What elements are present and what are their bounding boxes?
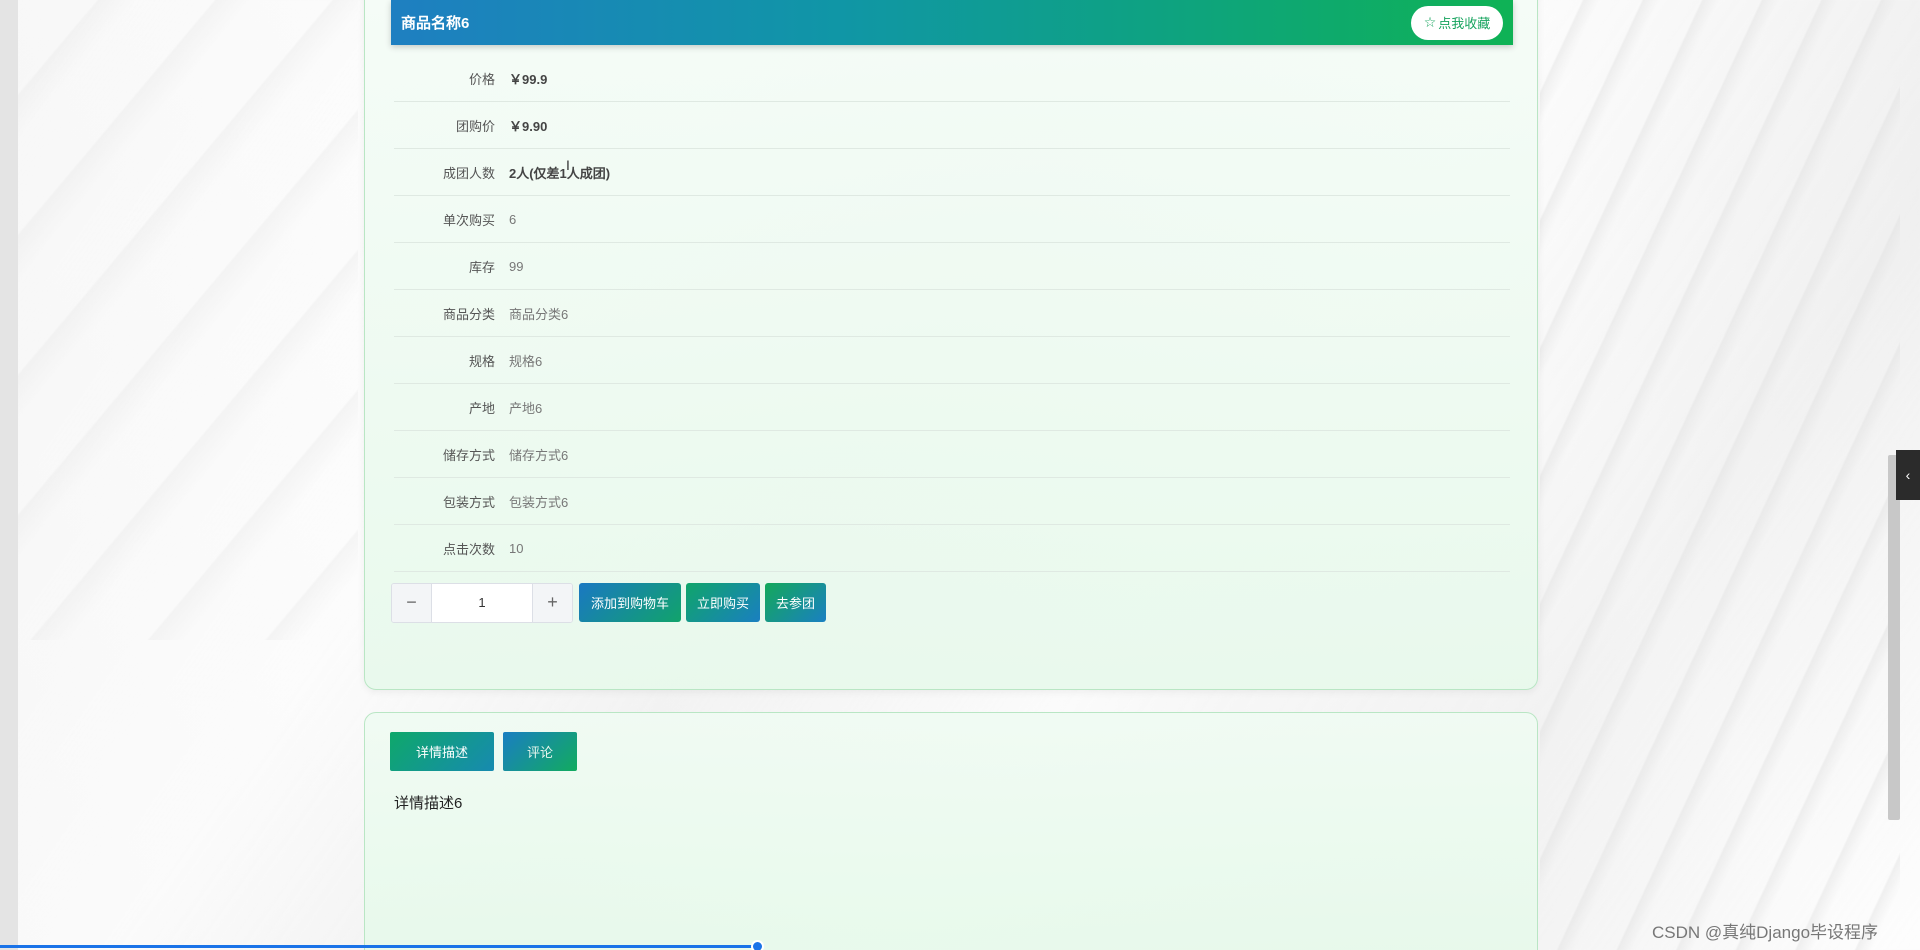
field-value: 储存方式6 [509, 447, 569, 463]
join-group-button[interactable]: 去参团 [765, 583, 826, 622]
table-row: 商品分类 商品分类6 [394, 290, 1510, 337]
field-label: 团购价 [455, 118, 495, 134]
table-row: 产地 产地6 [394, 384, 1510, 431]
purchase-actions: − + 添加到购物车 立即购买 去参团 [391, 582, 826, 623]
text-cursor-icon: I [566, 157, 570, 173]
field-label: 产地 [468, 400, 495, 416]
buy-now-button[interactable]: 立即购买 [686, 583, 760, 622]
star-outline-icon: ☆ [1423, 14, 1437, 30]
background-decoration-right [1540, 0, 1900, 950]
product-attribute-table: 价格 ￥99.9 团购价 ￥9.90 成团人数 2人(仅差1人成团) 单次购买 6 库存 99 商品… [394, 55, 1510, 572]
decrease-quantity-button[interactable]: − [392, 583, 432, 622]
field-label: 包装方式 [442, 494, 495, 510]
video-progress-bar[interactable] [0, 945, 760, 948]
field-value: 产地6 [509, 400, 543, 416]
increase-quantity-button[interactable]: + [532, 583, 572, 622]
left-edge-strip [0, 0, 18, 950]
table-row: 团购价 ￥9.90 [394, 102, 1510, 149]
table-row: 成团人数 2人(仅差1人成团) [394, 149, 1510, 196]
table-row: 点击次数 10 [394, 525, 1510, 572]
field-value: 2人(仅差1人成团) [509, 165, 611, 181]
field-label: 单次购买 [442, 212, 495, 228]
add-to-cart-button[interactable]: 添加到购物车 [579, 583, 681, 622]
progress-handle[interactable] [751, 940, 764, 950]
field-value: 99 [509, 258, 524, 274]
field-value: 10 [509, 540, 524, 556]
favorite-button[interactable]: ☆ 点我收藏 [1411, 5, 1503, 40]
table-row: 包装方式 包装方式6 [394, 478, 1510, 525]
table-row: 价格 ￥99.9 [394, 55, 1510, 102]
quantity-stepper: − + [391, 582, 573, 623]
chevron-left-icon[interactable]: ‹ [1896, 450, 1920, 500]
page-scrollbar[interactable] [1888, 455, 1900, 820]
detail-content: 详情描述6 [394, 795, 463, 812]
favorite-label: 点我收藏 [1438, 16, 1491, 31]
field-value: ￥9.90 [509, 118, 548, 134]
table-row: 规格 规格6 [394, 337, 1510, 384]
table-row: 单次购买 6 [394, 196, 1510, 243]
watermark: CSDN @真纯Django毕设程序 [1652, 923, 1879, 942]
field-label: 商品分类 [442, 306, 495, 322]
field-label: 储存方式 [442, 447, 495, 463]
tab-detail-description[interactable]: 详情描述 [390, 732, 494, 771]
background-decoration [18, 0, 358, 640]
product-title: 商品名称6 [401, 15, 470, 32]
field-value: ￥99.9 [509, 71, 548, 87]
field-label: 库存 [468, 259, 495, 275]
table-row: 库存 99 [394, 243, 1510, 290]
field-value: 6 [509, 211, 517, 227]
quantity-input[interactable] [432, 583, 532, 622]
field-label: 价格 [468, 71, 495, 87]
field-value: 包装方式6 [509, 494, 569, 510]
field-label: 成团人数 [442, 165, 495, 181]
product-title-bar: 商品名称6 ☆ 点我收藏 [391, 0, 1513, 45]
detail-tabs: 详情描述 评论 [390, 732, 577, 771]
table-row: 储存方式 储存方式6 [394, 431, 1510, 478]
field-label: 规格 [468, 353, 495, 369]
field-label: 点击次数 [442, 541, 495, 557]
tab-comments[interactable]: 评论 [503, 732, 577, 771]
field-value: 商品分类6 [509, 306, 569, 322]
field-value: 规格6 [509, 353, 543, 369]
